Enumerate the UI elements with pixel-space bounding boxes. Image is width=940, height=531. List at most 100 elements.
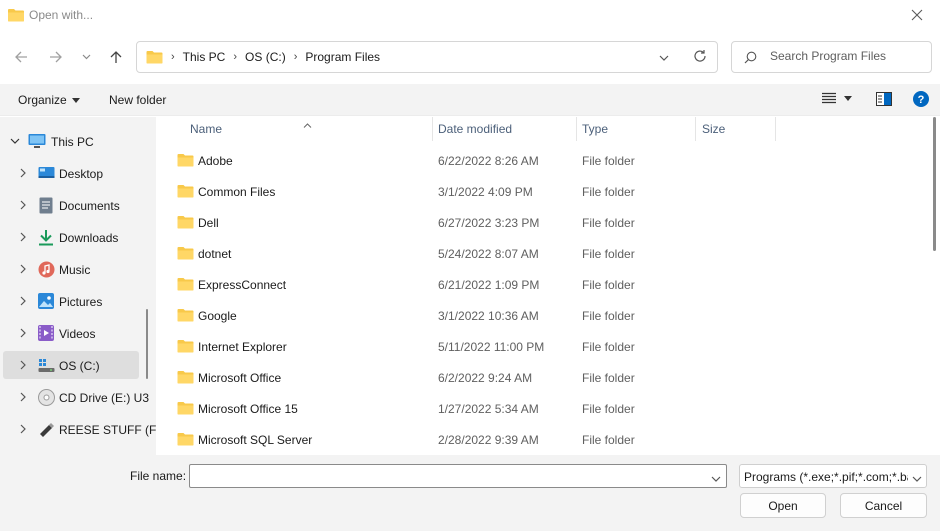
table-row[interactable]: Microsoft Office 6/2/2022 9:24 AM File fol… (156, 362, 926, 393)
file-name: Microsoft Office 15 (198, 402, 298, 416)
chevron-right-icon[interactable] (17, 263, 29, 275)
sidebar-item-os-c[interactable]: OS (C:) (3, 351, 139, 379)
folder-icon (177, 370, 194, 387)
up-button[interactable] (103, 44, 129, 70)
file-type: File folder (582, 340, 635, 354)
sidebar-item-pictures[interactable]: Pictures (0, 287, 140, 315)
file-date-modified: 6/27/2022 3:23 PM (438, 216, 540, 230)
breadcrumb-this-pc[interactable]: This PC (183, 50, 226, 64)
file-type: File folder (582, 185, 635, 199)
table-row[interactable]: Adobe 6/22/2022 8:26 AM File folder (156, 145, 926, 176)
file-name-label: File name: (130, 469, 187, 483)
recent-locations-button[interactable] (74, 44, 98, 70)
sidebar-item-cd-drive[interactable]: CD Drive (E:) U3 (0, 383, 149, 411)
arrow-up-icon (110, 51, 122, 63)
sidebar-item-label: REESE STUFF (F: (59, 423, 156, 437)
chevron-right-icon[interactable]: › (171, 51, 175, 63)
sidebar-item-videos[interactable]: Videos (0, 319, 140, 347)
chevron-down-icon[interactable] (912, 471, 922, 485)
search-input[interactable] (770, 49, 920, 63)
chevron-right-icon[interactable]: › (233, 51, 237, 63)
file-name: Common Files (198, 185, 276, 199)
file-name-input[interactable] (194, 468, 694, 482)
cd-drive-icon (37, 388, 55, 406)
address-history-button[interactable] (659, 50, 669, 64)
window-title: Open with... (29, 8, 94, 22)
chevron-right-icon[interactable] (17, 327, 29, 339)
file-name: Google (198, 309, 237, 323)
organize-button[interactable]: Organize (18, 93, 80, 107)
close-icon (911, 9, 923, 21)
column-divider[interactable] (775, 117, 776, 141)
sidebar-item-label: Music (59, 263, 91, 277)
breadcrumb-program-files[interactable]: Program Files (305, 50, 380, 64)
search-icon (744, 51, 757, 67)
chevron-right-icon[interactable] (17, 231, 29, 243)
sidebar-item-this-pc[interactable]: This PC (0, 127, 140, 155)
chevron-down-icon[interactable] (711, 471, 721, 485)
chevron-right-icon[interactable] (17, 359, 29, 371)
column-header-type[interactable]: Type (582, 117, 692, 141)
table-row[interactable]: Dell 6/27/2022 3:23 PM File folder (156, 207, 926, 238)
file-name-combobox[interactable] (189, 464, 727, 488)
table-row[interactable]: Internet Explorer 5/11/2022 11:00 PM File … (156, 331, 926, 362)
breadcrumb-os-c[interactable]: OS (C:) (245, 50, 286, 64)
caret-down-icon (71, 97, 80, 103)
desktop-icon (37, 164, 55, 182)
dialog-footer: File name: Programs (*.exe;*.pif;*.com;*… (0, 455, 940, 531)
chevron-down-icon[interactable] (9, 135, 21, 147)
sidebar-item-desktop[interactable]: Desktop (0, 159, 140, 187)
sidebar-item-documents[interactable]: Documents (0, 191, 140, 219)
column-divider[interactable] (695, 117, 696, 141)
sidebar-item-label: Desktop (59, 167, 104, 181)
table-row[interactable]: ExpressConnect 6/21/2022 1:09 PM File fold… (156, 269, 926, 300)
refresh-button[interactable] (693, 49, 707, 66)
file-list-scrollbar[interactable] (933, 117, 936, 251)
preview-pane-button[interactable] (876, 92, 892, 109)
videos-icon (37, 324, 55, 342)
chevron-right-icon[interactable] (17, 295, 29, 307)
forward-button[interactable] (43, 44, 69, 70)
column-header-date-modified[interactable]: Date modified (438, 117, 574, 141)
chevron-right-icon[interactable] (17, 199, 29, 211)
column-header-name[interactable]: Name (190, 117, 430, 141)
svg-text:?: ? (918, 94, 925, 106)
table-row[interactable]: dotnet 5/24/2022 8:07 AM File folder (156, 238, 926, 269)
sidebar-item-reese-stuff[interactable]: REESE STUFF (F: (0, 415, 156, 443)
folder-icon (146, 50, 163, 64)
file-type-filter[interactable]: Programs (*.exe;*.pif;*.com;*.bat;*.cmd) (739, 464, 927, 488)
table-row[interactable]: Common Files 3/1/2022 4:09 PM File folder (156, 176, 926, 207)
chevron-right-icon[interactable] (17, 423, 29, 435)
close-button[interactable] (894, 0, 940, 30)
file-type: File folder (582, 309, 635, 323)
chevron-right-icon[interactable]: › (294, 51, 298, 63)
file-name: Adobe (198, 154, 233, 168)
sidebar-item-label: Pictures (59, 295, 103, 309)
chevron-right-icon[interactable] (17, 167, 29, 179)
file-date-modified: 6/2/2022 9:24 AM (438, 371, 533, 385)
sidebar-item-downloads[interactable]: Downloads (0, 223, 140, 251)
chevron-right-icon[interactable] (17, 391, 29, 403)
column-header-size[interactable]: Size (702, 117, 772, 141)
column-divider[interactable] (432, 117, 433, 141)
table-row[interactable]: Google 3/1/2022 10:36 AM File folder (156, 300, 926, 331)
cancel-button[interactable]: Cancel (840, 493, 927, 518)
table-row[interactable]: Microsoft SQL Server 2/28/2022 9:39 AM Fil… (156, 424, 926, 455)
file-date-modified: 1/27/2022 5:34 AM (438, 402, 539, 416)
new-folder-button[interactable]: New folder (109, 93, 166, 107)
arrow-left-icon (15, 51, 27, 63)
change-view-button[interactable] (822, 92, 852, 104)
open-button[interactable]: Open (740, 493, 826, 518)
folder-icon (177, 153, 194, 170)
column-divider[interactable] (576, 117, 577, 141)
table-row[interactable]: Microsoft Office 15 1/27/2022 5:34 AM File… (156, 393, 926, 424)
help-button[interactable]: ? (913, 91, 929, 110)
search-box[interactable] (731, 41, 932, 73)
details-view-icon (822, 92, 836, 104)
navigation-scrollbar[interactable] (146, 309, 148, 379)
address-bar[interactable]: › This PC › OS (C:) › Program Files (136, 41, 718, 73)
sidebar-item-music[interactable]: Music (0, 255, 140, 283)
file-type: File folder (582, 402, 635, 416)
file-type: File folder (582, 247, 635, 261)
back-button[interactable] (8, 44, 34, 70)
